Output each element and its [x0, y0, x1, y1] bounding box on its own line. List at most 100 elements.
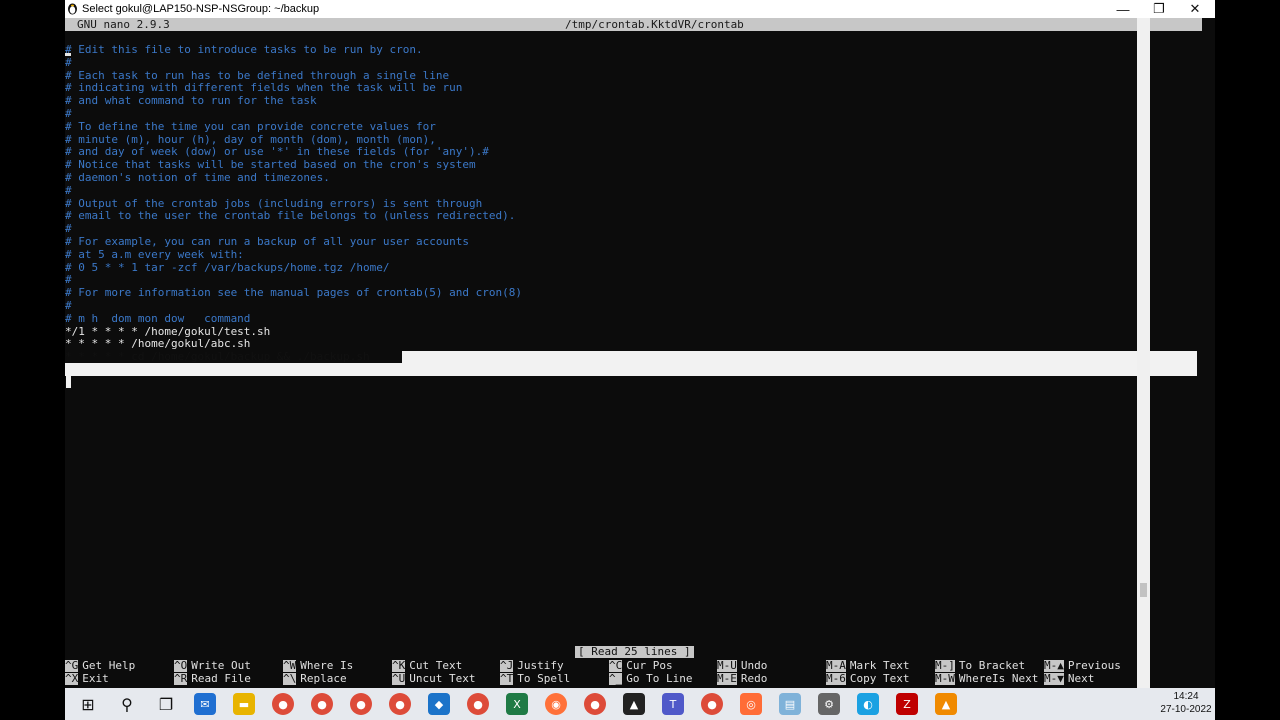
- chrome-icon[interactable]: ●: [389, 693, 411, 715]
- editor-line: # and what command to run for the task: [65, 94, 317, 108]
- file-explorer-icon[interactable]: ▬: [233, 693, 255, 715]
- mail-icon[interactable]: ✉: [194, 693, 216, 715]
- editor-line: # For more information see the manual pa…: [65, 286, 522, 300]
- shortcut-label: Justify: [517, 659, 564, 672]
- selection-highlight: [65, 363, 402, 376]
- shortcut-key: M-U: [717, 659, 737, 672]
- chrome-icon[interactable]: ●: [584, 693, 606, 715]
- shortcut-key: ^C: [609, 659, 623, 672]
- editor-line: #: [65, 55, 72, 69]
- chrome-icon[interactable]: ●: [350, 693, 372, 715]
- shortcut-item[interactable]: ^\ Replace: [283, 672, 347, 685]
- shortcut-label: Where Is: [300, 659, 354, 672]
- shortcut-item[interactable]: M-A Mark Text: [826, 659, 909, 672]
- shortcut-item[interactable]: ^_ Go To Line: [609, 672, 692, 685]
- shortcut-key: ^U: [392, 672, 406, 685]
- editor-line: # For example, you can run a backup of a…: [65, 234, 469, 248]
- shortcut-label: Get Help: [82, 659, 136, 672]
- editor-line: # email to the user the crontab file bel…: [65, 209, 516, 223]
- shortcut-item[interactable]: M-U Undo: [717, 659, 767, 672]
- shortcut-key: M-6: [826, 672, 846, 685]
- editor-line: # 0 5 * * 1 tar -zcf /var/backups/home.t…: [65, 260, 390, 274]
- editor-line: # at 5 a.m every week with:: [65, 247, 244, 261]
- file-path: /tmp/crontab.KktdVR/crontab: [565, 18, 744, 31]
- shortcut-key: M-▼: [1044, 672, 1064, 685]
- shortcut-label: Exit: [82, 672, 109, 685]
- shortcut-label: Read File: [191, 672, 251, 685]
- clock[interactable]: 14:24 27-10-2022: [1159, 690, 1213, 716]
- text-cursor: [66, 376, 71, 388]
- notepad-icon[interactable]: ▤: [779, 693, 801, 715]
- clock-date: 27-10-2022: [1160, 704, 1212, 715]
- shortcut-item[interactable]: ^J Justify: [500, 659, 564, 672]
- shortcut-key: ^_: [609, 672, 623, 685]
- shortcut-label: Previous: [1067, 659, 1121, 672]
- filezilla-icon[interactable]: Z: [896, 693, 918, 715]
- shortcut-key: ^G: [65, 659, 79, 672]
- shortcut-item[interactable]: M-▼ Next: [1044, 672, 1094, 685]
- shortcut-item[interactable]: M-6 Copy Text: [826, 672, 909, 685]
- editor-line: #: [65, 106, 72, 120]
- shortcut-item[interactable]: ^O Write Out: [174, 659, 251, 672]
- firefox-icon[interactable]: ◉: [545, 693, 567, 715]
- shortcut-item[interactable]: M-W WhereIs Next: [935, 672, 1038, 685]
- close-button[interactable]: ✕: [1177, 0, 1213, 18]
- shortcut-label: Uncut Text: [409, 672, 476, 685]
- shortcut-item[interactable]: M-E Redo: [717, 672, 767, 685]
- settings-icon[interactable]: ⚙: [818, 693, 840, 715]
- restore-button[interactable]: ❐: [1141, 0, 1177, 18]
- chrome-icon[interactable]: ●: [272, 693, 294, 715]
- shortcut-item[interactable]: ^C Cur Pos: [609, 659, 673, 672]
- shortcut-item[interactable]: ^U Uncut Text: [392, 672, 475, 685]
- terminal-window: Select gokul@LAP150-NSP-NSGroup: ~/backu…: [65, 0, 1215, 688]
- shortcut-item[interactable]: M-▲ Previous: [1044, 659, 1121, 672]
- shortcut-label: Next: [1067, 672, 1095, 685]
- task-view-icon[interactable]: ❐: [155, 693, 177, 715]
- vscode-icon[interactable]: ◆: [428, 693, 450, 715]
- minimize-button[interactable]: —: [1105, 0, 1141, 18]
- chrome-icon[interactable]: ●: [311, 693, 333, 715]
- shortcut-label: Redo: [740, 672, 768, 685]
- scrollbar-thumb[interactable]: [1140, 583, 1147, 597]
- nano-header: GNU nano 2.9.3 /tmp/crontab.KktdVR/cront…: [65, 18, 1202, 31]
- nano-version: GNU nano 2.9.3: [77, 18, 170, 31]
- excel-icon[interactable]: X: [506, 693, 528, 715]
- shortcut-label: Cut Text: [409, 659, 463, 672]
- shortcut-label: Mark Text: [849, 659, 910, 672]
- shortcut-key: ^O: [174, 659, 188, 672]
- shortcut-item[interactable]: ^T To Spell: [500, 672, 570, 685]
- shortcut-item[interactable]: ^R Read File: [174, 672, 251, 685]
- linux-terminal-icon[interactable]: ▲: [623, 693, 645, 715]
- title-bar[interactable]: Select gokul@LAP150-NSP-NSGroup: ~/backu…: [65, 0, 1215, 18]
- app-icon[interactable]: ◐: [857, 693, 879, 715]
- shortcut-item[interactable]: ^X Exit: [65, 672, 109, 685]
- postman-icon[interactable]: ◎: [740, 693, 762, 715]
- shortcut-item[interactable]: ^W Where Is: [283, 659, 353, 672]
- shortcut-label: Undo: [740, 659, 768, 672]
- shortcut-label: WhereIs Next: [958, 672, 1039, 685]
- shortcut-item[interactable]: ^G Get Help: [65, 659, 135, 672]
- shortcut-key: ^R: [174, 672, 188, 685]
- chrome-icon[interactable]: ●: [467, 693, 489, 715]
- shortcut-key: M-]: [935, 659, 955, 672]
- editor-line: * * * * * cd /home/gokul/backup && ./bac…: [65, 350, 370, 364]
- shortcut-label: Go To Line: [626, 672, 693, 685]
- chrome-icon[interactable]: ●: [701, 693, 723, 715]
- taskbar: ⊞ ⚲ ❐ ✉ ▬ ● ● ● ● ◆ ● X ◉ ● ▲ T ● ◎ ▤ ⚙ ◐ Z ▲ 14:24 27-10-2022: [65, 688, 1215, 720]
- shortcut-item[interactable]: M-] To Bracket: [935, 659, 1025, 672]
- shortcut-label: To Bracket: [958, 659, 1026, 672]
- editor-line: # m h dom mon dow command: [65, 311, 251, 325]
- shortcut-key: M-A: [826, 659, 846, 672]
- windows-start-icon[interactable]: ⊞: [77, 693, 99, 715]
- editor-text-area[interactable]: # Edit this file to introduce tasks to b…: [65, 43, 1202, 364]
- linux-penguin-icon: [68, 3, 77, 15]
- shortcut-item[interactable]: ^K Cut Text: [392, 659, 462, 672]
- teams-icon[interactable]: T: [662, 693, 684, 715]
- shortcut-key: M-▲: [1044, 659, 1064, 672]
- search-icon[interactable]: ⚲: [116, 693, 138, 715]
- vlc-icon[interactable]: ▲: [935, 693, 957, 715]
- shortcut-key: ^K: [392, 659, 406, 672]
- clock-time: 14:24: [1173, 691, 1199, 702]
- shortcut-key: ^X: [65, 672, 79, 685]
- shortcut-key: M-E: [717, 672, 737, 685]
